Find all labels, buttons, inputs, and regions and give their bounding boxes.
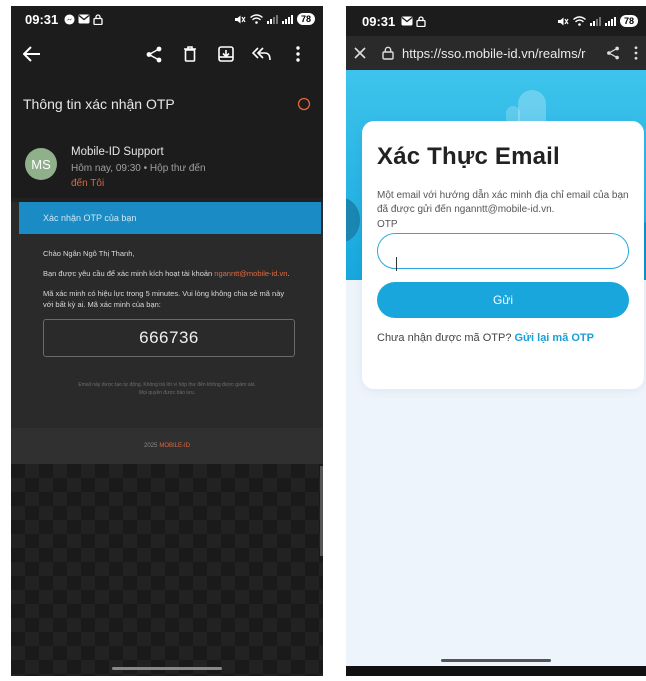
mute-icon [557, 17, 569, 25]
signal-icon-2 [604, 17, 616, 26]
reply-all-button[interactable] [249, 41, 275, 67]
battery-level: 78 [296, 13, 315, 25]
more-options-button[interactable] [285, 41, 311, 67]
email-footer: Email này được tạo tự động. Không trả lờ… [11, 381, 323, 397]
email-toolbar [11, 32, 323, 76]
share-icon [146, 46, 162, 62]
send-button[interactable]: Gửi [377, 282, 629, 318]
copyright-brand: MOBILE-ID [159, 443, 191, 449]
label-circle-icon[interactable] [297, 97, 311, 111]
otp-input[interactable] [377, 233, 629, 269]
status-bar: 09:31 78 [11, 6, 323, 32]
mail-icon [78, 14, 90, 24]
left-phone-screen: 09:31 78 Thông tin xác nhận OTP MS Mobil… [11, 6, 323, 676]
back-arrow-icon[interactable] [23, 46, 41, 62]
signal-icon-2 [281, 15, 293, 24]
share-button[interactable] [141, 41, 167, 67]
email-line1-text: Bạn được yêu cầu để xác minh kích hoạt t… [43, 269, 215, 278]
site-lock-icon[interactable] [382, 46, 394, 60]
verify-email-card: Xác Thực Email Một email với hướng dẫn x… [362, 121, 644, 389]
hero-edge-shape [346, 198, 360, 242]
email-subject: Thông tin xác nhận OTP [23, 96, 175, 112]
resend-prompt: Chưa nhận được mã OTP? [377, 332, 515, 344]
resend-row: Chưa nhận được mã OTP? Gửi lại mã OTP [377, 332, 630, 344]
delete-button[interactable] [177, 41, 203, 67]
scrollbar[interactable] [320, 466, 323, 556]
archive-button[interactable] [213, 41, 239, 67]
nav-bar-strip [346, 666, 646, 676]
close-icon[interactable] [354, 47, 366, 59]
verify-description: Một email với hướng dẫn xác minh địa chỉ… [377, 190, 629, 215]
page-title: Xác Thực Email [377, 143, 560, 170]
messenger-icon [64, 13, 75, 25]
email-line1-suffix: . [287, 269, 290, 278]
wifi-icon [573, 16, 586, 26]
email-copyright: 2025 MOBILE-ID [11, 428, 323, 464]
otp-label: OTP [377, 219, 398, 230]
status-time: 09:31 [362, 13, 396, 29]
home-indicator[interactable] [112, 667, 222, 670]
email-content: Xác nhận OTP của bạn Chào Ngân Ngô Thị T… [11, 202, 323, 464]
archive-icon [218, 46, 234, 62]
battery-level: 78 [619, 15, 638, 27]
otp-banner: Xác nhận OTP của bạn [19, 202, 321, 234]
browser-address-bar: https://sso.mobile-id.vn/realms/r [346, 36, 646, 70]
email-subject-row: Thông tin xác nhận OTP [11, 76, 323, 132]
sender-row[interactable]: MS Mobile-ID Support Hôm nay, 09:30 • Hộ… [11, 132, 323, 198]
sender-meta: Hôm nay, 09:30 • Hộp thư đến [71, 163, 206, 174]
status-time: 09:31 [25, 11, 59, 27]
avatar: MS [25, 148, 57, 180]
mute-icon [234, 15, 246, 23]
reply-all-icon [252, 47, 271, 61]
text-cursor [396, 257, 397, 271]
sender-name: Mobile-ID Support [71, 146, 164, 158]
email-line2: Mã xác minh có hiệu lực trong 5 minutes.… [43, 289, 285, 309]
more-vert-icon[interactable] [634, 46, 638, 60]
copyright-year: 2025 [143, 443, 158, 449]
mail-icon [401, 16, 413, 26]
lock-icon [93, 13, 103, 25]
email-greeting: Chào Ngân Ngô Thị Thanh, [43, 249, 135, 258]
email-line1: Bạn được yêu cầu để xác minh kích hoạt t… [43, 268, 323, 279]
home-indicator[interactable] [441, 659, 551, 662]
signal-icon-1 [589, 17, 601, 26]
footer-rights: Mọi quyền được bảo lưu. [138, 390, 196, 396]
signal-icon-1 [266, 15, 278, 24]
more-vert-icon [296, 46, 300, 62]
trash-icon [184, 46, 196, 62]
email-background-pattern [11, 464, 323, 676]
resend-otp-link[interactable]: Gửi lại mã OTP [515, 332, 595, 344]
recipient-link[interactable]: đến Tôi [71, 178, 206, 189]
lock-icon [416, 15, 426, 27]
wifi-icon [250, 14, 263, 24]
status-bar: 09:31 78 [346, 6, 646, 36]
otp-code-box: 666736 [43, 319, 295, 357]
share-icon[interactable] [606, 46, 620, 60]
email-body: Chào Ngân Ngô Thị Thanh, Bạn được yêu cầ… [11, 234, 323, 310]
account-email-link[interactable]: nganntt@mobile-id.vn [214, 269, 287, 278]
right-phone-screen: 09:31 78 https://sso.mobile-id.vn/realms… [346, 6, 646, 676]
url-text[interactable]: https://sso.mobile-id.vn/realms/r [402, 46, 600, 61]
footer-note: Email này được tạo tự động. Không trả lờ… [78, 382, 256, 388]
